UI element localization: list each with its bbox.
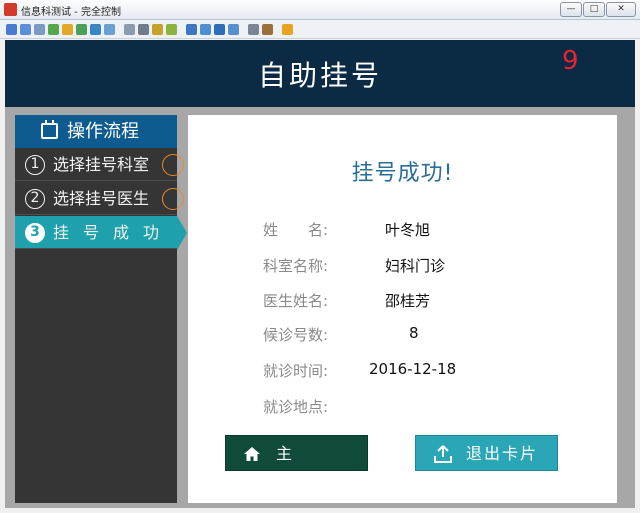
step-label: 选择挂号医生	[53, 189, 150, 208]
toolbar-icon[interactable]	[282, 24, 293, 35]
field-value: 叶冬旭	[385, 221, 431, 239]
step-label: 挂号成功	[53, 223, 174, 242]
field-value: 8	[409, 324, 419, 342]
field-value: 邵桂芳	[385, 292, 431, 310]
exit-card-button[interactable]: 退出卡片	[415, 435, 558, 471]
home-icon	[244, 447, 260, 461]
process-sidebar: 操作流程 1 选择挂号科室 2 选择挂号医生 3 挂号成功	[15, 115, 187, 503]
toolbar-icon[interactable]	[20, 24, 31, 35]
toolbar-icon[interactable]	[166, 24, 177, 35]
done-stamp-icon	[162, 154, 184, 176]
home-button[interactable]: 主页	[225, 435, 368, 499]
step-number: 2	[25, 189, 45, 209]
field-queue-number: 候诊号数: 8	[263, 324, 583, 348]
toolbar-icon[interactable]	[6, 24, 17, 35]
toolbar-icon[interactable]	[90, 24, 101, 35]
toolbar-icon[interactable]	[62, 24, 73, 35]
countdown-number: 9	[562, 46, 579, 76]
toolbar-icon[interactable]	[124, 24, 135, 35]
page-title: 自助挂号	[257, 59, 382, 92]
app-frame: 自助挂号 9 操作流程 1 选择挂号科室 2 选择挂号医生 3 挂号成功 挂号成…	[5, 40, 635, 508]
toolbar-icon[interactable]	[262, 24, 273, 35]
toolbar-icon[interactable]	[248, 24, 259, 35]
step-select-department[interactable]: 1 选择挂号科室	[15, 148, 184, 181]
step-number: 1	[25, 155, 45, 175]
sidebar-title: 操作流程	[67, 121, 139, 142]
step-number: 3	[25, 223, 45, 243]
result-panel: 挂号成功! 姓 名: 叶冬旭 科室名称: 妇科门诊 医生姓名: 邵桂芳 候诊号数…	[188, 115, 617, 503]
app-header: 自助挂号 9	[5, 40, 635, 107]
toolbar-icon[interactable]	[76, 24, 87, 35]
done-stamp-icon	[162, 188, 184, 210]
toolbar-icon[interactable]	[138, 24, 149, 35]
sidebar-header: 操作流程	[15, 115, 177, 148]
toolbar-icon[interactable]	[152, 24, 163, 35]
toolbar-icon[interactable]	[214, 24, 225, 35]
field-visit-location: 就诊地点:	[263, 396, 583, 420]
field-visit-time: 就诊时间: 2016-12-18	[263, 360, 583, 384]
field-name: 姓 名: 叶冬旭	[263, 219, 583, 243]
field-label: 就诊地点:	[263, 398, 329, 416]
result-title: 挂号成功!	[351, 161, 454, 186]
toolbar-icon[interactable]	[48, 24, 59, 35]
app-icon	[4, 3, 17, 16]
field-label: 科室名称:	[263, 257, 329, 275]
close-button[interactable]: ✕	[606, 2, 636, 17]
home-button-label: 主页	[276, 444, 329, 499]
field-value: 妇科门诊	[385, 257, 446, 275]
calendar-icon	[41, 120, 58, 139]
toolbar-icon[interactable]	[228, 24, 239, 35]
step-success[interactable]: 3 挂号成功	[15, 216, 187, 250]
field-label: 就诊时间:	[263, 362, 329, 380]
maximize-button[interactable]: □	[583, 2, 605, 17]
window-title: 信息科测试 - 完全控制	[21, 7, 121, 18]
field-value: 2016-12-18	[369, 360, 457, 378]
toolbar-icon[interactable]	[200, 24, 211, 35]
field-label: 医生姓名:	[263, 292, 329, 310]
window-titlebar: 信息科测试 - 完全控制 — □ ✕	[0, 0, 640, 20]
field-label: 候诊号数:	[263, 326, 329, 344]
minimize-button[interactable]: —	[560, 2, 582, 17]
step-label: 选择挂号科室	[53, 155, 150, 174]
field-department: 科室名称: 妇科门诊	[263, 255, 583, 279]
field-doctor: 医生姓名: 邵桂芳	[263, 290, 583, 314]
field-label: 姓 名:	[263, 221, 329, 239]
toolbar-icon[interactable]	[104, 24, 115, 35]
upload-icon	[434, 445, 452, 463]
remote-toolbar	[0, 20, 640, 39]
exit-card-label: 退出卡片	[466, 444, 539, 463]
toolbar-icon[interactable]	[186, 24, 197, 35]
step-select-doctor[interactable]: 2 选择挂号医生	[15, 182, 184, 215]
toolbar-icon[interactable]	[34, 24, 45, 35]
